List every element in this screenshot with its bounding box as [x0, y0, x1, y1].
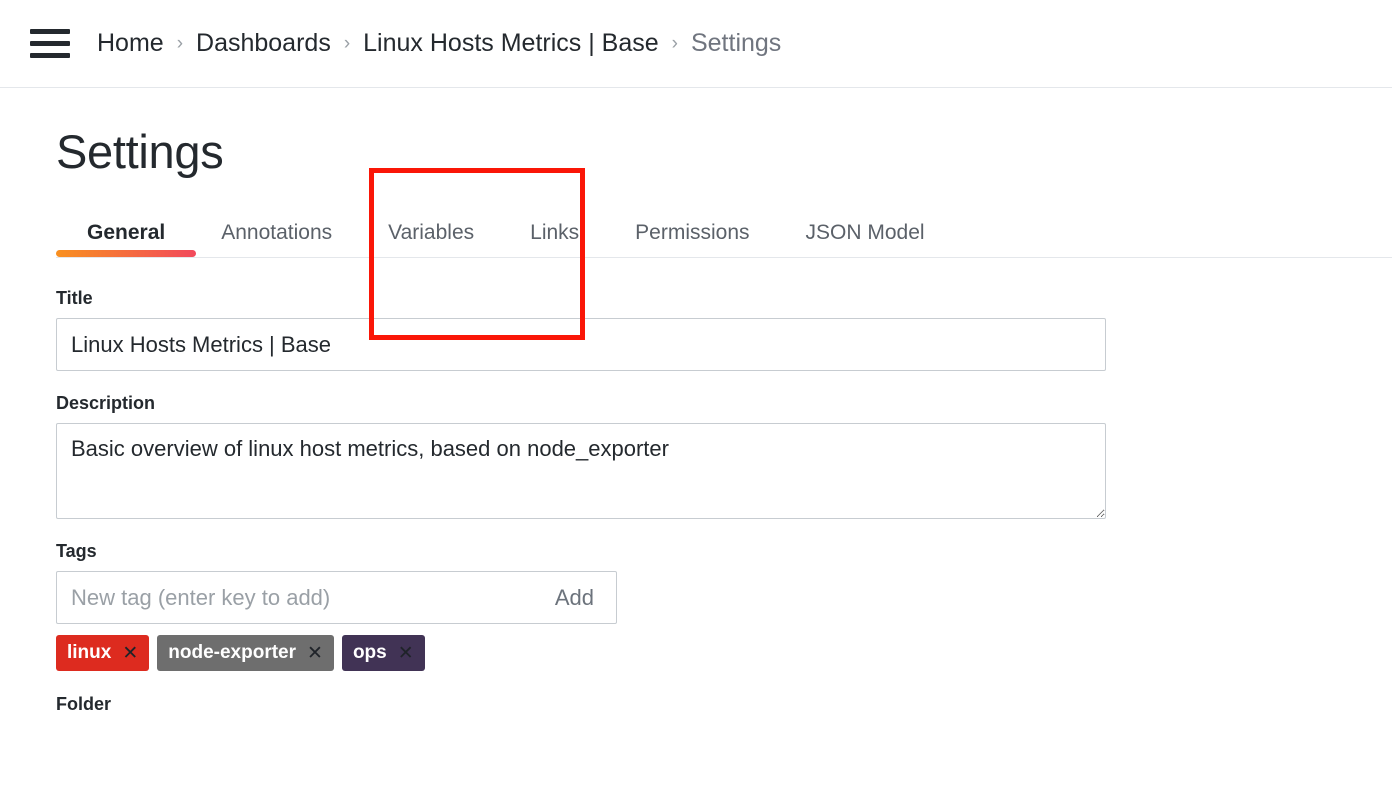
settings-page: Settings General Annotations Variables L…: [0, 88, 1392, 715]
tag-chip-linux[interactable]: linux ✕: [56, 635, 150, 671]
tag-chip-label: node-exporter: [168, 642, 297, 663]
breadcrumb-bar: Home › Dashboards › Linux Hosts Metrics …: [0, 0, 1392, 88]
active-tab-indicator: [56, 250, 197, 257]
close-icon[interactable]: ✕: [122, 644, 138, 663]
description-label: Description: [56, 393, 156, 413]
tag-chip-label: linux: [67, 642, 112, 663]
settings-tabs-container: General Annotations Variables Links Perm…: [56, 211, 1392, 258]
settings-tabs: General Annotations Variables Links Perm…: [56, 211, 1392, 257]
title-input[interactable]: [56, 318, 1106, 371]
page-title: Settings: [56, 125, 224, 178]
tag-input[interactable]: [57, 572, 545, 623]
breadcrumb-item-home[interactable]: Home: [97, 31, 164, 56]
breadcrumb-item-settings: Settings: [690, 29, 782, 57]
close-icon[interactable]: ✕: [307, 644, 323, 663]
tags-field-group: Tags Add linux ✕ node-exporter ✕ ops ✕: [56, 541, 1106, 671]
breadcrumb-item-dashboards[interactable]: Dashboards: [196, 31, 331, 56]
title-field-group: Title: [56, 288, 1106, 371]
tab-permissions[interactable]: Permissions: [635, 221, 749, 257]
breadcrumb: Home › Dashboards › Linux Hosts Metrics …: [97, 31, 781, 56]
tag-chip-node-exporter[interactable]: node-exporter ✕: [157, 635, 334, 671]
tag-chip-ops[interactable]: ops ✕: [341, 635, 425, 671]
hamburger-bar-1: [30, 29, 70, 34]
hamburger-menu-icon[interactable]: [30, 27, 70, 61]
hamburger-bar-3: [30, 53, 70, 58]
tags-label: Tags: [56, 541, 97, 561]
close-icon[interactable]: ✕: [398, 644, 414, 663]
tag-chip-label: ops: [352, 642, 387, 663]
general-settings-form: Title Description Tags Add linux ✕ node-…: [56, 288, 1106, 715]
hamburger-bar-2: [30, 41, 70, 46]
breadcrumb-separator: ›: [343, 33, 351, 54]
breadcrumb-separator: ›: [671, 33, 678, 54]
tab-annotations[interactable]: Annotations: [221, 221, 332, 257]
tabs-divider: [56, 257, 1392, 258]
tab-general-label: General: [87, 221, 166, 244]
folder-label: Folder: [56, 694, 112, 714]
breadcrumb-separator: ›: [176, 33, 184, 54]
description-field-group: Description: [56, 393, 1106, 519]
tag-input-row: Add: [56, 571, 617, 624]
add-tag-button[interactable]: Add: [545, 572, 616, 623]
tab-variables[interactable]: Variables: [388, 221, 474, 257]
breadcrumb-item-dashboard-name[interactable]: Linux Hosts Metrics | Base: [363, 31, 658, 56]
tab-links[interactable]: Links: [530, 221, 579, 257]
tag-list: linux ✕ node-exporter ✕ ops ✕: [56, 635, 1106, 671]
tab-general[interactable]: General: [56, 221, 197, 257]
tab-json-model[interactable]: JSON Model: [806, 221, 925, 257]
description-textarea[interactable]: [56, 423, 1106, 519]
title-label: Title: [56, 288, 93, 308]
